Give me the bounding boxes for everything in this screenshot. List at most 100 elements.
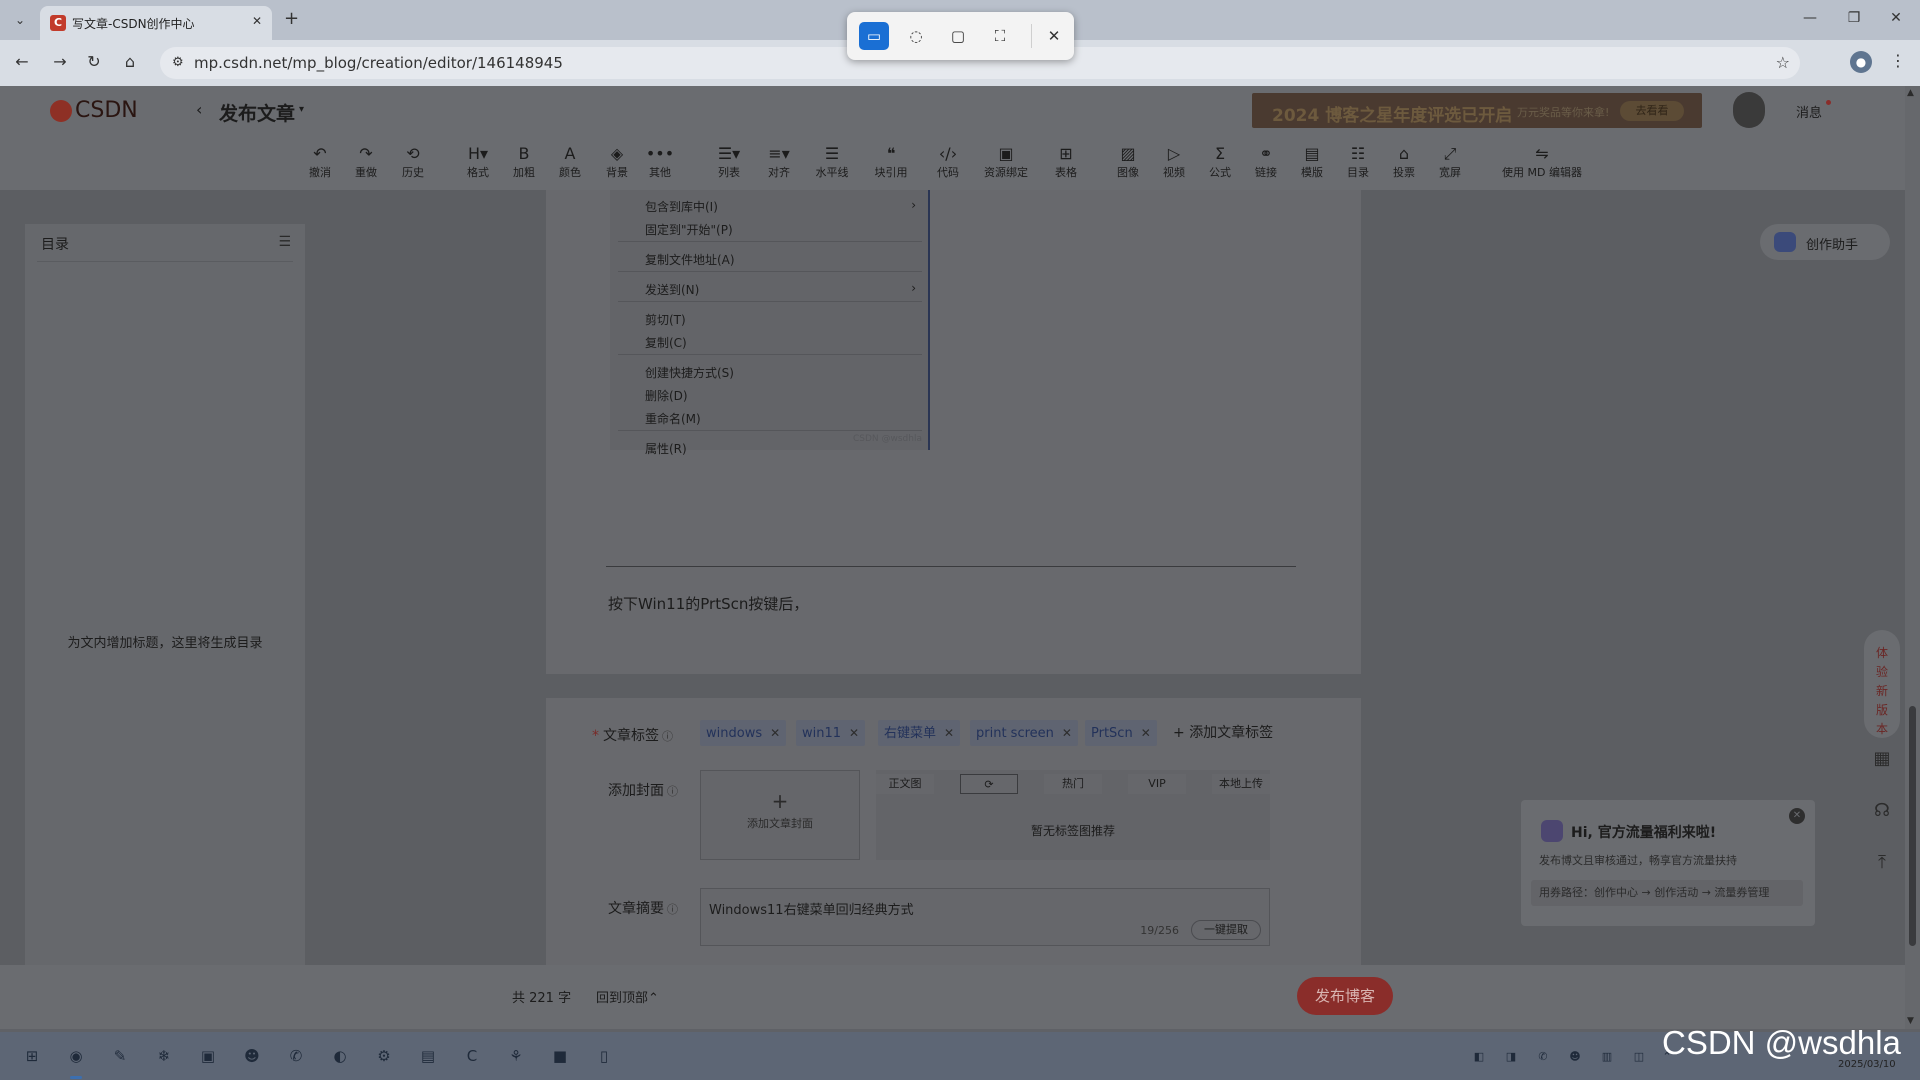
toolbar-redo-button[interactable]: ↷ 重做 [344, 142, 388, 180]
qrcode-icon[interactable]: ▦ [1870, 748, 1894, 772]
toolbar-background-color-button[interactable]: ◈ 背景 [595, 142, 639, 180]
tray-app-icon[interactable]: ◫ [1630, 1048, 1648, 1066]
toolbar-history-button[interactable]: ⟲ 历史 [391, 142, 435, 180]
cover-upload-box[interactable]: + 添加文章封面 [700, 770, 860, 860]
new-tab-icon[interactable]: + [284, 8, 299, 29]
title-dropdown-icon[interactable]: ▾ [299, 104, 304, 115]
tag-remove-icon[interactable]: ✕ [849, 726, 859, 740]
tag-remove-icon[interactable]: ✕ [1141, 726, 1151, 740]
toolbar-bold-button[interactable]: B 加粗 [502, 142, 546, 180]
wechat-icon[interactable]: ✆ [282, 1042, 310, 1070]
scroll-down-icon[interactable]: ▼ [1907, 1016, 1914, 1026]
settings-icon[interactable]: ⚙ [370, 1042, 398, 1070]
window-snip-icon[interactable]: ▢ [943, 22, 973, 50]
tray-wechat-icon[interactable]: ✆ [1534, 1048, 1552, 1066]
freeform-snip-icon[interactable]: ◌ [901, 22, 931, 50]
page-title[interactable]: 发布文章 [219, 99, 295, 126]
edge-icon[interactable]: ◐ [326, 1042, 354, 1070]
page-scrollbar[interactable]: ▲ ▼ [1905, 86, 1920, 1029]
cover-refresh-tab[interactable]: ⟳ [960, 774, 1018, 794]
snip-close-icon[interactable]: ✕ [1039, 22, 1069, 50]
snowflake-icon[interactable]: ❄ [150, 1042, 178, 1070]
chrome-icon[interactable]: ◉ [62, 1042, 90, 1070]
promo-banner[interactable]: 2024 博客之星年度评选已开启 万元奖品等你来拿! 去看看 [1252, 93, 1702, 128]
tray-qq-icon[interactable]: ☻ [1566, 1048, 1584, 1066]
article-tag[interactable]: print screen ✕ [970, 720, 1078, 746]
back-to-top-icon[interactable]: ⤒ [1870, 852, 1894, 876]
site-info-icon[interactable]: ⚙ [172, 55, 184, 70]
minimize-icon[interactable]: — [1800, 10, 1820, 26]
scroll-thumb[interactable] [1909, 706, 1916, 946]
toolbar-table-button[interactable]: ⊞ 表格 [1044, 142, 1088, 180]
tag-remove-icon[interactable]: ✕ [1062, 726, 1072, 740]
toolbar-blockquote-button[interactable]: ❝ 块引用 [869, 142, 913, 180]
toolbar-heading-button[interactable]: H▾ 格式 [456, 142, 500, 180]
summary-value[interactable]: Windows11右键菜单回归经典方式 [709, 899, 914, 918]
publish-button[interactable]: 发布博客 [1297, 977, 1393, 1015]
toolbar-widescreen-button[interactable]: ⤢ 宽屏 [1428, 142, 1472, 180]
toolbar-align-button[interactable]: ≡▾ 对齐 [757, 142, 801, 180]
csdn-logo[interactable]: CSDN [50, 98, 138, 126]
qq-icon[interactable]: ☻ [238, 1042, 266, 1070]
scroll-up-icon[interactable]: ▲ [1907, 88, 1914, 98]
toolbar-undo-button[interactable]: ↶ 撤消 [298, 142, 342, 180]
start-icon[interactable]: ⊞ [18, 1042, 46, 1070]
csdn-app-icon[interactable]: C [458, 1042, 486, 1070]
tab-search-icon[interactable]: ⌄ [8, 8, 32, 32]
toolbar-horizontal-rule-button[interactable]: ☰ 水平线 [810, 142, 854, 180]
reload-icon[interactable]: ↻ [82, 52, 106, 71]
url-text[interactable]: mp.csdn.net/mp_blog/creation/editor/1461… [194, 54, 563, 72]
cover-tab[interactable]: 热门 [1044, 774, 1102, 794]
article-tag[interactable]: windows ✕ [700, 720, 787, 746]
profile-icon[interactable]: ● [1850, 51, 1872, 73]
toolbar-font-color-button[interactable]: A 颜色 [548, 142, 592, 180]
back-to-top-link[interactable]: 回到顶部⌃ [596, 987, 659, 1006]
browser-menu-icon[interactable]: ⋮ [1890, 51, 1906, 70]
restore-icon[interactable]: ❐ [1844, 10, 1864, 26]
article-tag[interactable]: 右键菜单 ✕ [878, 720, 961, 746]
try-new-version-button[interactable]: 体验新版本 [1864, 630, 1900, 738]
terminal-icon[interactable]: ▤ [414, 1042, 442, 1070]
tray-app-icon[interactable]: ◧ [1470, 1048, 1488, 1066]
toolbar-more-button[interactable]: ••• 其他 [638, 142, 682, 180]
notepad-icon[interactable]: ▯ [590, 1042, 618, 1070]
fullscreen-snip-icon[interactable]: ⛶ [985, 22, 1015, 50]
app-icon[interactable]: ⚘ [502, 1042, 530, 1070]
rectangle-snip-icon[interactable]: ▭ [859, 22, 889, 50]
home-icon[interactable]: ⌂ [118, 52, 142, 71]
toolbar-formula-button[interactable]: Σ 公式 [1198, 142, 1242, 180]
tag-remove-icon[interactable]: ✕ [944, 726, 954, 740]
extract-summary-button[interactable]: 一键提取 [1191, 920, 1261, 940]
editor-content[interactable]: CSDN @wsdhla 包含到库中(I) › 固定到"开始"(P) 复制文件地址(A… [546, 190, 1361, 674]
toolbar-code-button[interactable]: ‹/› 代码 [926, 142, 970, 180]
cover-tab[interactable]: VIP [1128, 774, 1186, 794]
feishu-icon[interactable]: ✎ [106, 1042, 134, 1070]
toolbar-toc-button[interactable]: ☷ 目录 [1336, 142, 1380, 180]
summary-textarea[interactable]: Windows11右键菜单回归经典方式 19/256 一键提取 [700, 888, 1270, 946]
toolbar-template-button[interactable]: ▤ 模版 [1290, 142, 1334, 180]
tag-remove-icon[interactable]: ✕ [770, 726, 780, 740]
back-arrow-icon[interactable]: ← [10, 52, 34, 71]
bookmark-star-icon[interactable]: ☆ [1776, 53, 1790, 72]
editor-paragraph[interactable]: 按下Win11的PrtScn按键后， [608, 593, 808, 614]
back-chevron-icon[interactable]: ‹ [196, 100, 202, 119]
article-tag[interactable]: win11 ✕ [796, 720, 866, 746]
intellij-icon[interactable]: ▣ [194, 1042, 222, 1070]
creation-assistant-button[interactable]: 创作助手 [1760, 224, 1890, 260]
browser-tab-active[interactable]: C 写文章-CSDN创作中心 ✕ [40, 6, 272, 40]
tray-app-icon[interactable]: ▥ [1598, 1048, 1616, 1066]
messages-link[interactable]: 消息 [1796, 102, 1822, 121]
toolbar-image-button[interactable]: ▨ 图像 [1106, 142, 1150, 180]
toolbar-md-editor-button[interactable]: ⇋ 使用 MD 编辑器 [1492, 142, 1592, 180]
cover-tab[interactable]: 本地上传 [1212, 774, 1270, 794]
console-icon[interactable]: ■ [546, 1042, 574, 1070]
tab-close-icon[interactable]: ✕ [252, 14, 262, 28]
add-tag-button[interactable]: + 添加文章标签 [1173, 720, 1273, 746]
toolbar-link-button[interactable]: ⚭ 链接 [1244, 142, 1288, 180]
avatar[interactable] [1733, 92, 1765, 128]
promo-close-icon[interactable]: ✕ [1789, 808, 1805, 824]
toolbar-list-button[interactable]: ☰▾ 列表 [707, 142, 751, 180]
toc-collapse-icon[interactable]: ☰ [278, 234, 291, 250]
banner-button[interactable]: 去看看 [1620, 101, 1684, 121]
tray-app-icon[interactable]: ◨ [1502, 1048, 1520, 1066]
